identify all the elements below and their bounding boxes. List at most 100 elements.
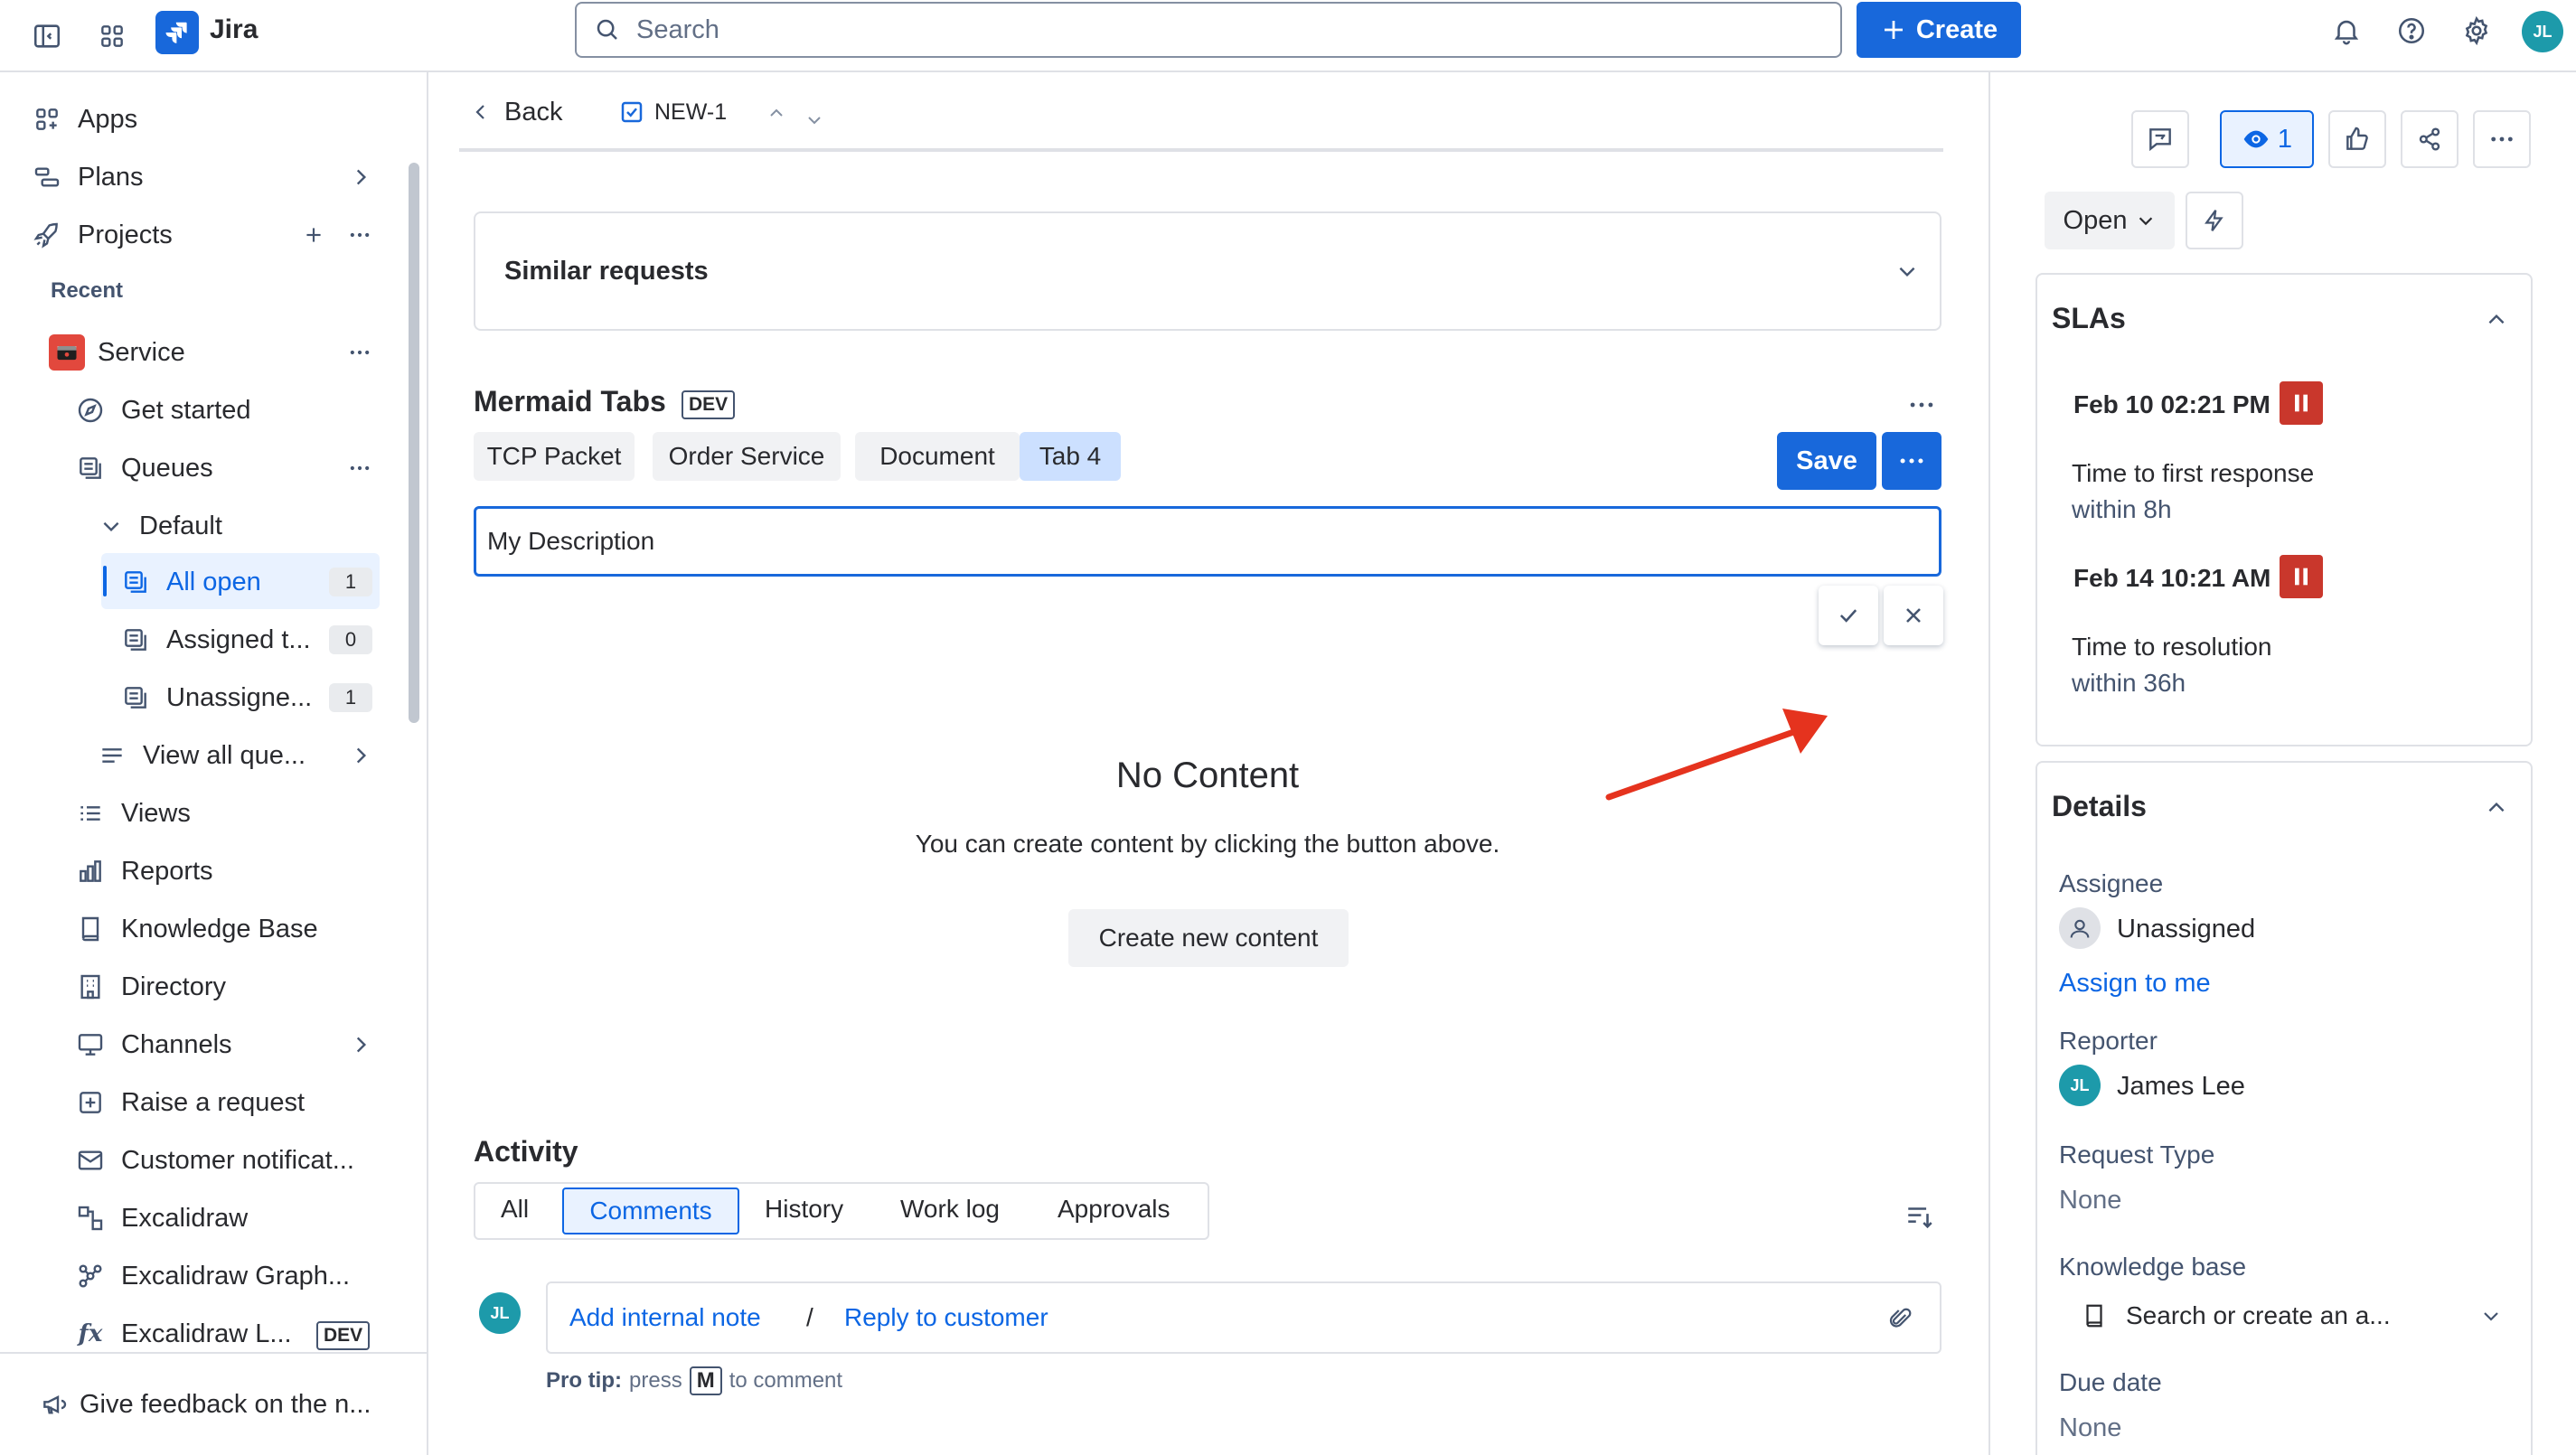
automation-button[interactable] [2186, 192, 2243, 249]
reply-to-customer-link[interactable]: Reply to customer [844, 1303, 1048, 1332]
due-date-value[interactable]: None [2059, 1413, 2121, 1443]
attachment-paperclip-icon[interactable] [1880, 1300, 1920, 1339]
reporter-value[interactable]: James Lee [2117, 1072, 2245, 1102]
request-type-label: Request Type [2059, 1141, 2215, 1169]
tab-work-log[interactable]: Work log [900, 1195, 1000, 1224]
sidebar-item-all-open[interactable]: All open [118, 557, 261, 607]
description-input[interactable]: My Description [474, 506, 1941, 577]
sidebar-item-label: Queues [121, 453, 213, 483]
tab-order-service[interactable]: Order Service [653, 432, 841, 481]
sidebar-item-get-started[interactable]: Get started [72, 385, 250, 436]
sidebar-toggle-icon[interactable] [27, 16, 67, 56]
sidebar-item-label: Default [139, 511, 222, 540]
app-name[interactable]: Jira [210, 14, 258, 45]
sidebar-item-excalidraw[interactable]: Excalidraw [72, 1193, 248, 1244]
sidebar-scrollbar[interactable] [409, 163, 419, 723]
chevron-down-icon[interactable] [1891, 255, 1923, 287]
settings-gear-icon[interactable] [2457, 11, 2496, 51]
pause-icon [2280, 381, 2323, 425]
help-icon[interactable] [2392, 11, 2431, 51]
save-button[interactable]: Save [1777, 432, 1876, 490]
previous-issue-icon[interactable] [761, 98, 792, 128]
next-issue-icon[interactable] [799, 105, 830, 136]
sidebar-item-unassigned[interactable]: Unassigne... [118, 672, 312, 723]
sidebar-item-raise-request[interactable]: Raise a request [72, 1077, 305, 1128]
sidebar-item-channels[interactable]: Channels [72, 1019, 372, 1070]
activity-title: Activity [474, 1135, 578, 1168]
create-button[interactable]: Create [1857, 2, 2021, 58]
assignee-label: Assignee [2059, 869, 2164, 897]
comment-separator: / [806, 1303, 813, 1331]
sidebar-item-excalidraw-graph[interactable]: Excalidraw Graph... [72, 1251, 350, 1301]
sort-order-icon[interactable] [1900, 1197, 1940, 1236]
add-internal-note-link[interactable]: Add internal note [569, 1303, 761, 1332]
dev-badge: DEV [682, 390, 736, 419]
app-switcher-icon[interactable] [92, 16, 132, 56]
tab-document[interactable]: Document [855, 432, 1020, 481]
description-value: My Description [487, 527, 655, 555]
feedback-button[interactable] [2131, 110, 2189, 168]
tab-history[interactable]: History [765, 1195, 843, 1224]
chevron-up-icon[interactable] [2478, 302, 2515, 338]
tab-comments-selected[interactable]: Comments [562, 1187, 739, 1234]
sidebar-item-customer-notifications[interactable]: Customer notificat... [72, 1135, 354, 1186]
knowledge-base-select[interactable]: Search or create an a... [2059, 1287, 2511, 1345]
sidebar-item-projects[interactable]: Projects [29, 210, 372, 260]
sidebar-item-apps[interactable]: Apps [29, 94, 137, 145]
similar-requests-panel[interactable]: Similar requests [474, 211, 1941, 331]
monitor-icon [72, 1027, 108, 1063]
apps-icon [29, 101, 65, 137]
sidebar-item-knowledge-base[interactable]: Knowledge Base [72, 904, 318, 954]
create-new-content-button[interactable]: Create new content [1068, 909, 1349, 967]
sidebar-item-default[interactable]: Default [96, 501, 222, 551]
sidebar-item-service[interactable]: Service [49, 327, 372, 378]
vote-button[interactable] [2328, 110, 2386, 168]
sidebar-item-assigned[interactable]: Assigned t... [118, 615, 311, 665]
jira-logo-icon[interactable] [155, 11, 199, 54]
sidebar-item-directory[interactable]: Directory [72, 962, 226, 1012]
tab-approvals[interactable]: Approvals [1058, 1195, 1170, 1224]
chevron-right-icon[interactable] [349, 165, 372, 189]
sidebar-item-reports[interactable]: Reports [72, 846, 213, 896]
status-dropdown[interactable]: Open [2045, 192, 2175, 249]
service-project-icon [49, 334, 85, 371]
more-icon[interactable] [347, 222, 372, 248]
notifications-bell-icon[interactable] [2327, 11, 2366, 51]
sidebar-item-view-all-queues[interactable]: View all que... [94, 730, 372, 781]
tab-4-selected[interactable]: Tab 4 [1020, 432, 1121, 481]
add-project-plus-icon[interactable] [302, 223, 325, 247]
avatar-initials: JL [490, 1303, 510, 1322]
diagram-icon [72, 1200, 108, 1236]
assignee-value[interactable]: Unassigned [2117, 915, 2255, 944]
sidebar-item-label: Directory [121, 972, 227, 1001]
save-options-button[interactable] [1882, 432, 1941, 490]
watchers-count: 1 [2277, 124, 2293, 154]
sidebar-item-label: Views [121, 798, 191, 828]
dev-badge: DEV [316, 1321, 371, 1350]
tab-label: Comments [589, 1197, 712, 1225]
lightning-icon [2201, 207, 2228, 234]
more-icon[interactable] [347, 340, 372, 365]
tab-all[interactable]: All [501, 1195, 529, 1224]
watchers-button[interactable]: 1 [2220, 110, 2314, 168]
back-button[interactable]: Back [470, 85, 562, 139]
user-avatar[interactable]: JL [2522, 11, 2563, 52]
share-button[interactable] [2401, 110, 2458, 168]
sidebar-item-plans[interactable]: Plans [29, 152, 372, 202]
megaphone-icon [36, 1386, 72, 1422]
plus-icon [1880, 16, 1907, 43]
assign-to-me-link[interactable]: Assign to me [2059, 969, 2211, 999]
sidebar-item-views[interactable]: Views [72, 788, 191, 839]
more-actions-button[interactable] [2473, 110, 2531, 168]
back-label: Back [504, 97, 563, 127]
give-feedback-link[interactable]: Give feedback on the n... [36, 1379, 371, 1430]
search-input[interactable]: Search [575, 2, 1842, 58]
compass-icon [72, 392, 108, 428]
tab-tcp-packet[interactable]: TCP Packet [474, 432, 635, 481]
chevron-up-icon[interactable] [2478, 790, 2515, 826]
issue-key-breadcrumb[interactable]: NEW-1 [618, 85, 727, 139]
more-icon[interactable] [347, 455, 372, 481]
more-icon[interactable] [1902, 387, 1941, 423]
sidebar-item-queues[interactable]: Queues [72, 443, 372, 493]
request-type-value[interactable]: None [2059, 1186, 2121, 1216]
